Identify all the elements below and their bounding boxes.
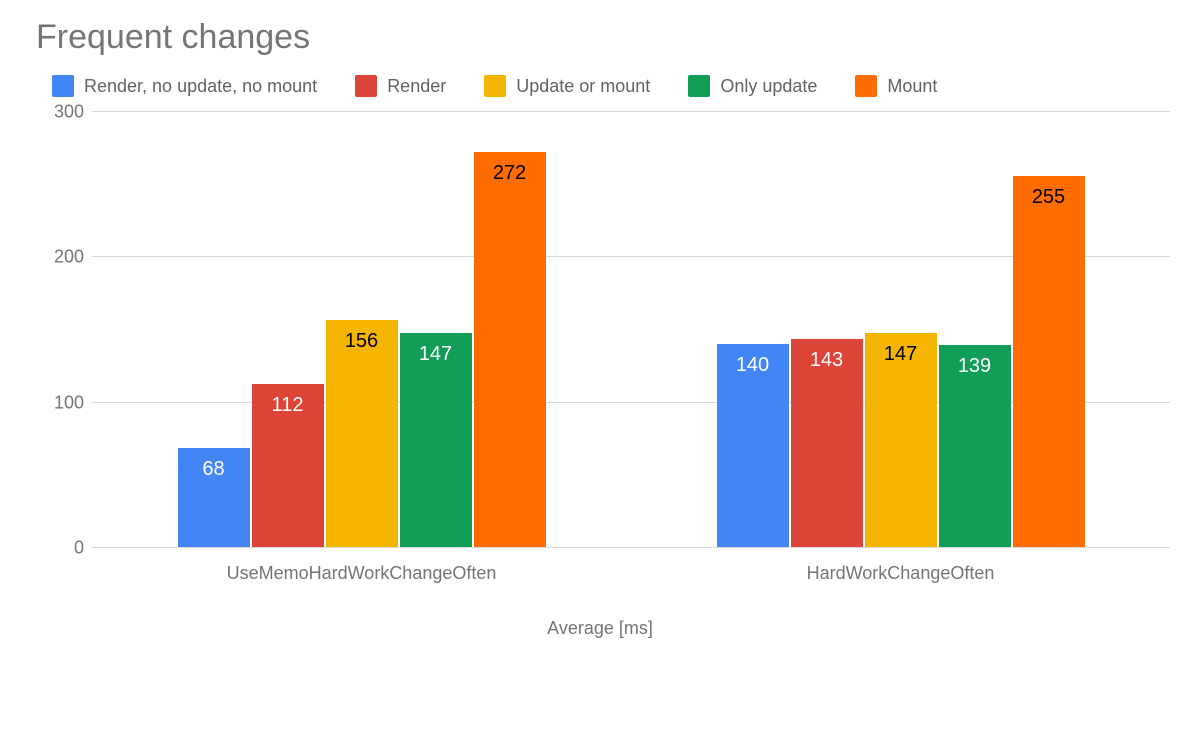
bar: 272	[474, 152, 546, 547]
bar: 140	[717, 344, 789, 547]
y-tick-label: 100	[34, 392, 84, 413]
legend-swatch	[688, 75, 710, 97]
bar-value-label: 147	[419, 343, 452, 366]
legend-item: Mount	[855, 75, 937, 97]
bar: 143	[791, 339, 863, 547]
plot-area: 0100200300 68112156147272140143147139255	[92, 111, 1170, 547]
legend-label: Render	[387, 76, 446, 97]
legend-item: Only update	[688, 75, 817, 97]
bar: 147	[400, 333, 472, 547]
chart-title: Frequent changes	[0, 18, 1200, 57]
legend-swatch	[52, 75, 74, 97]
bar: 255	[1013, 176, 1085, 547]
legend-swatch	[855, 75, 877, 97]
x-axis-label: Average [ms]	[0, 618, 1200, 639]
bar: 147	[865, 333, 937, 547]
legend-item: Render, no update, no mount	[52, 75, 317, 97]
category-label: HardWorkChangeOften	[631, 547, 1170, 584]
bar-value-label: 143	[810, 349, 843, 372]
bar: 68	[178, 448, 250, 547]
bar-value-label: 112	[272, 394, 304, 417]
bar-groups: 68 112 156 147 272 140 143 147 139 255	[92, 111, 1170, 547]
category-label: UseMemoHardWorkChangeOften	[92, 547, 631, 584]
bar-group: 68 112 156 147 272	[92, 111, 631, 547]
bar-value-label: 255	[1032, 186, 1065, 209]
legend-label: Update or mount	[516, 76, 650, 97]
legend-item: Update or mount	[484, 75, 650, 97]
bar: 112	[252, 384, 324, 547]
category-labels: UseMemoHardWorkChangeOftenHardWorkChange…	[92, 547, 1170, 584]
y-tick-label: 200	[34, 247, 84, 268]
legend-label: Render, no update, no mount	[84, 76, 317, 97]
y-tick-label: 300	[34, 102, 84, 123]
bar-value-label: 68	[202, 458, 224, 481]
y-tick-label: 0	[34, 538, 84, 559]
bar-chart: Frequent changes Render, no update, no m…	[0, 0, 1200, 742]
bar-value-label: 156	[345, 330, 378, 353]
bar: 139	[939, 345, 1011, 547]
legend-swatch	[484, 75, 506, 97]
legend-label: Mount	[887, 76, 937, 97]
bar-value-label: 139	[958, 355, 991, 378]
bar-value-label: 147	[884, 343, 917, 366]
legend-item: Render	[355, 75, 446, 97]
legend: Render, no update, no mount Render Update …	[0, 75, 1200, 97]
bar: 156	[326, 320, 398, 547]
legend-label: Only update	[720, 76, 817, 97]
bar-value-label: 140	[736, 354, 769, 377]
bar-value-label: 272	[493, 162, 526, 185]
gridline: 0	[92, 547, 1170, 548]
legend-swatch	[355, 75, 377, 97]
bar-group: 140 143 147 139 255	[631, 111, 1170, 547]
